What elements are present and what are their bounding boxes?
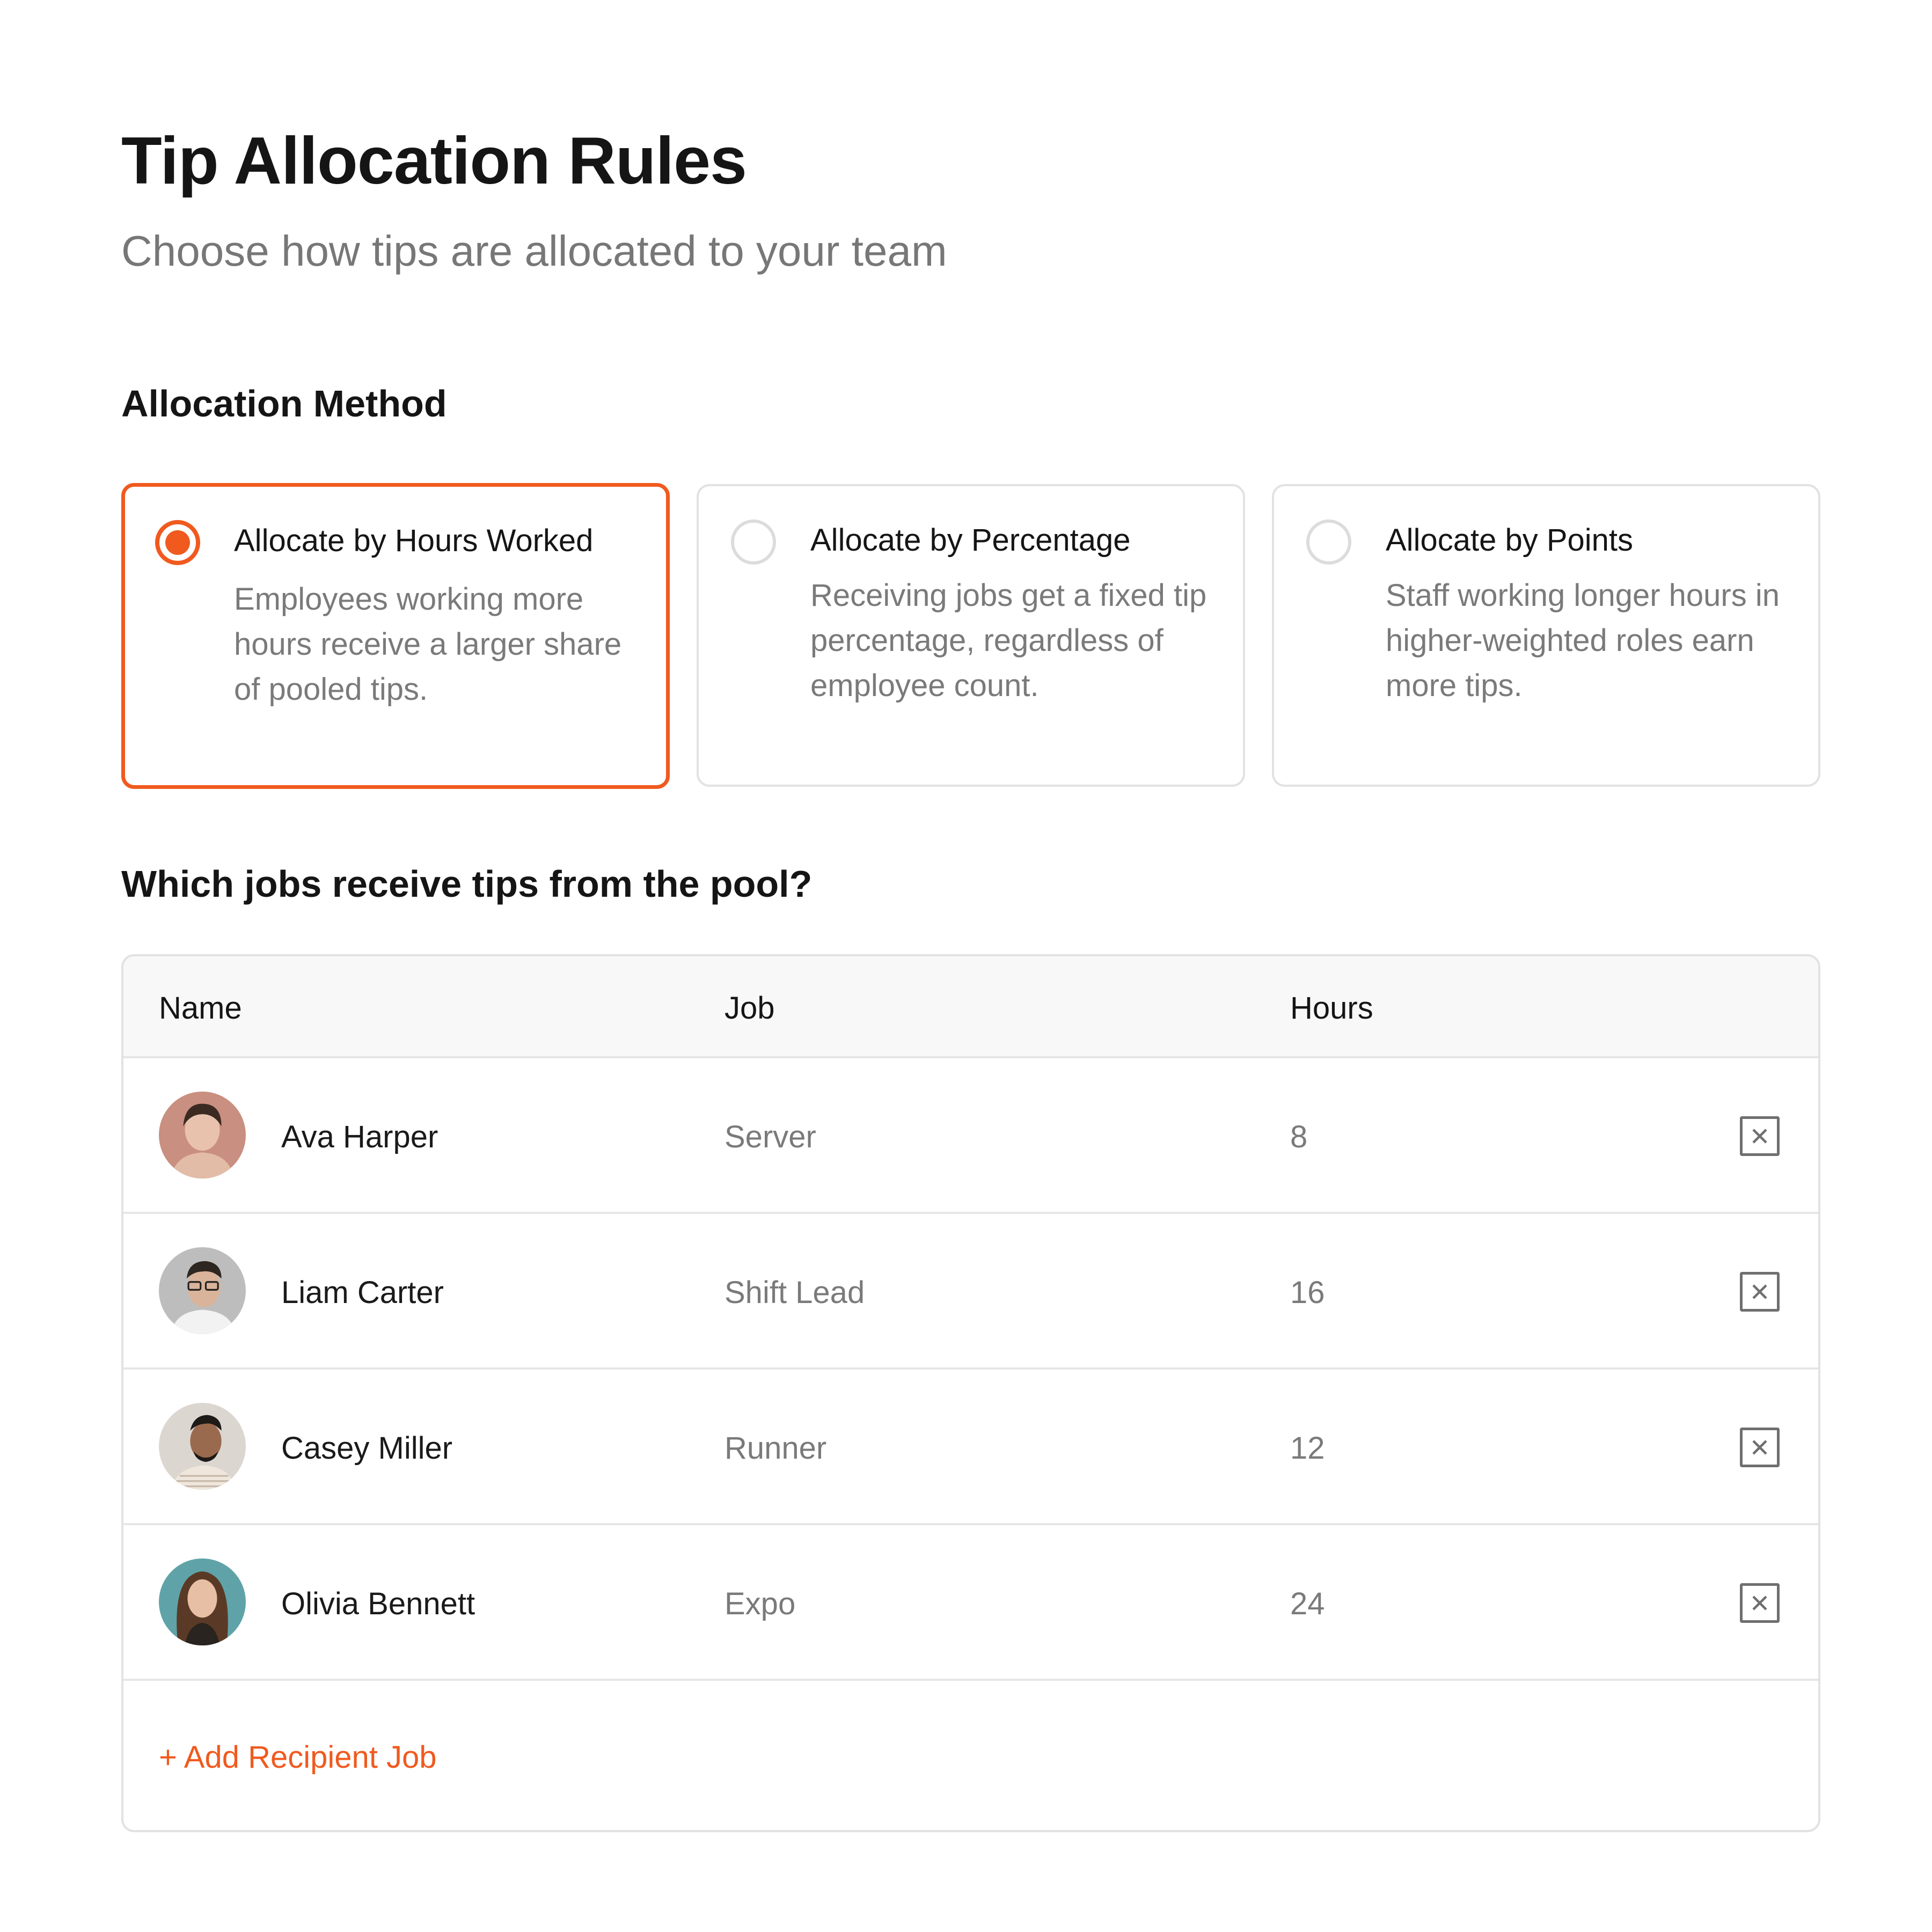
person-avatar-icon bbox=[159, 1247, 246, 1334]
close-box-icon bbox=[1752, 1440, 1767, 1455]
radio-unselected-icon[interactable] bbox=[1306, 519, 1351, 565]
remove-row-button[interactable] bbox=[1740, 1583, 1780, 1623]
table-row: Casey Miller Runner 12 bbox=[123, 1370, 1818, 1525]
cell-job: Shift Lead bbox=[724, 1275, 865, 1310]
column-header-name: Name bbox=[159, 991, 242, 1026]
option-title: Allocate by Hours Worked bbox=[234, 523, 594, 558]
avatar bbox=[159, 1247, 246, 1334]
cell-hours: 24 bbox=[1290, 1586, 1325, 1621]
radio-unselected-icon[interactable] bbox=[731, 519, 776, 565]
cell-job: Expo bbox=[724, 1586, 796, 1621]
recipients-table: Name Job Hours Ava Harper Server 8 Liam … bbox=[121, 954, 1820, 1832]
table-row: Olivia Bennett Expo 24 bbox=[123, 1525, 1818, 1681]
avatar bbox=[159, 1092, 246, 1179]
option-description: Receiving jobs get a fixed tip percentag… bbox=[810, 578, 1207, 703]
cell-hours: 12 bbox=[1290, 1431, 1325, 1466]
remove-row-button[interactable] bbox=[1740, 1116, 1780, 1156]
option-title: Allocate by Points bbox=[1386, 523, 1634, 558]
close-box-icon bbox=[1752, 1129, 1767, 1144]
page-title: Tip Allocation Rules bbox=[121, 124, 747, 198]
close-box-icon bbox=[1752, 1284, 1767, 1299]
page-subtitle: Choose how tips are allocated to your te… bbox=[121, 227, 947, 275]
person-avatar-icon bbox=[159, 1558, 246, 1645]
column-header-job: Job bbox=[724, 991, 775, 1026]
remove-row-button[interactable] bbox=[1740, 1428, 1780, 1467]
add-recipient-job-button[interactable]: + Add Recipient Job bbox=[159, 1739, 437, 1776]
tip-allocation-page: Tip Allocation Rules Choose how tips are… bbox=[0, 0, 1932, 1932]
option-description: Employees working more hours receive a l… bbox=[234, 582, 622, 707]
avatar bbox=[159, 1558, 246, 1645]
radio-selected-icon[interactable] bbox=[155, 520, 200, 565]
option-hours-worked-card[interactable]: Allocate by Hours Worked Employees worki… bbox=[121, 483, 670, 789]
column-header-hours: Hours bbox=[1290, 991, 1373, 1026]
recipients-heading: Which jobs receive tips from the pool? bbox=[121, 863, 813, 905]
table-header: Name Job Hours bbox=[123, 956, 1818, 1058]
cell-name: Liam Carter bbox=[281, 1275, 444, 1310]
close-box-icon bbox=[1752, 1596, 1767, 1611]
cell-name: Olivia Bennett bbox=[281, 1586, 475, 1621]
cell-name: Casey Miller bbox=[281, 1431, 453, 1466]
allocation-method-options: Allocate by Hours Worked Employees worki… bbox=[121, 483, 1820, 789]
option-description: Staff working longer hours in higher-wei… bbox=[1386, 578, 1780, 703]
cell-job: Runner bbox=[724, 1431, 827, 1466]
cell-name: Ava Harper bbox=[281, 1119, 438, 1154]
remove-row-button[interactable] bbox=[1740, 1272, 1780, 1312]
cell-hours: 8 bbox=[1290, 1119, 1308, 1154]
avatar bbox=[159, 1403, 246, 1490]
option-percentage-card[interactable]: Allocate by Percentage Receiving jobs ge… bbox=[697, 484, 1245, 787]
option-title: Allocate by Percentage bbox=[810, 523, 1131, 558]
allocation-method-heading: Allocation Method bbox=[121, 383, 447, 425]
person-avatar-icon bbox=[159, 1092, 246, 1179]
table-row: Liam Carter Shift Lead 16 bbox=[123, 1214, 1818, 1370]
table-row: Ava Harper Server 8 bbox=[123, 1058, 1818, 1214]
cell-hours: 16 bbox=[1290, 1275, 1325, 1310]
cell-job: Server bbox=[724, 1119, 816, 1154]
person-avatar-icon bbox=[159, 1403, 246, 1490]
option-points-card[interactable]: Allocate by Points Staff working longer … bbox=[1272, 484, 1820, 787]
